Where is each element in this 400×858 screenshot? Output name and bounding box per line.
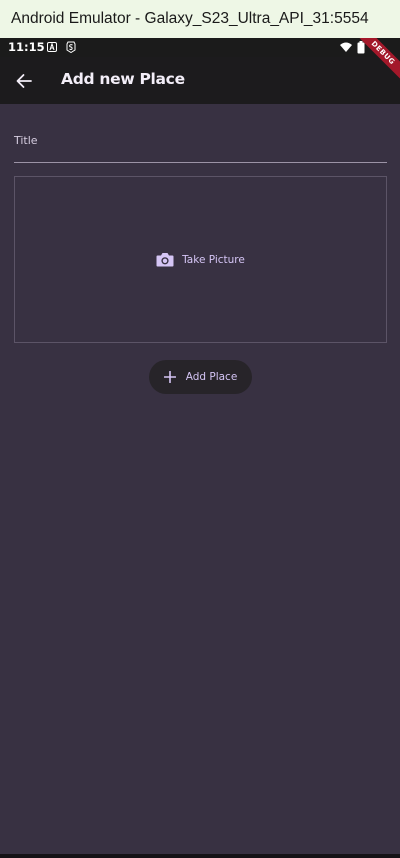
emulator-title-bar: Android Emulator - Galaxy_S23_Ultra_API_…	[0, 0, 400, 38]
plus-icon	[163, 371, 176, 383]
arrow-back-icon	[16, 74, 32, 88]
take-picture-button[interactable]: Take Picture	[150, 248, 251, 271]
navigation-bar	[0, 854, 400, 858]
s-notification-icon	[66, 41, 76, 53]
add-place-button[interactable]: Add Place	[149, 360, 252, 394]
status-time: 11:15	[8, 40, 45, 54]
title-input[interactable]: Title	[14, 132, 387, 163]
status-bar: 11:15	[0, 38, 400, 57]
back-button[interactable]	[12, 69, 36, 93]
emulator-window-title: Android Emulator - Galaxy_S23_Ultra_API_…	[11, 10, 369, 27]
title-field-underline	[14, 162, 387, 163]
debug-label: DEBUG	[358, 38, 400, 80]
debug-banner: DEBUG	[358, 38, 400, 80]
app-bar: Add new Place	[0, 57, 400, 104]
page-title: Add new Place	[61, 70, 185, 88]
image-preview-box: Take Picture	[14, 176, 387, 343]
add-place-form: Title Take Picture Add Place	[0, 104, 400, 854]
wifi-icon	[340, 42, 352, 52]
camera-icon	[156, 253, 174, 267]
a-notification-icon	[47, 42, 57, 52]
title-field-label: Title	[14, 134, 38, 147]
add-place-label: Add Place	[185, 371, 238, 383]
take-picture-label: Take Picture	[182, 253, 245, 266]
